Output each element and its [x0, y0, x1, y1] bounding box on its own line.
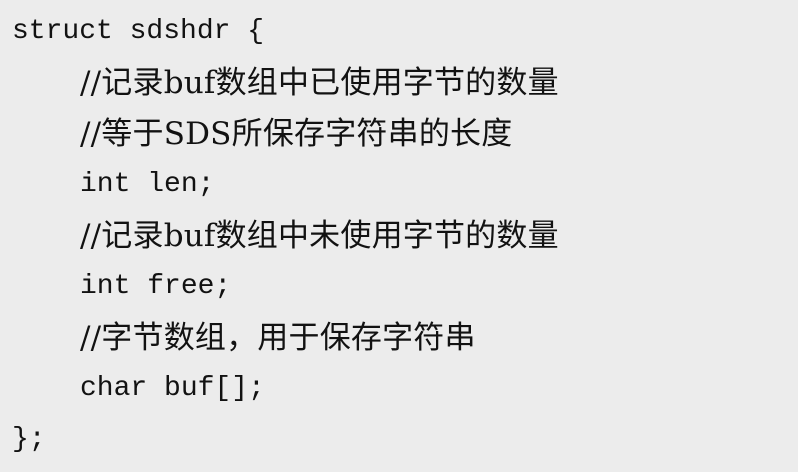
- comment-unused-bytes-line: //记录buf数组中未使用字节的数量: [80, 218, 559, 254]
- code-block: struct sdshdr { //记录buf数组中已使用字节的数量 //等于S…: [0, 0, 798, 462]
- len-field-line: int len;: [80, 169, 215, 200]
- struct-declaration-line: struct sdshdr {: [12, 16, 265, 47]
- comment-used-bytes-line: //记录buf数组中已使用字节的数量: [80, 65, 559, 101]
- comment-sds-length-line: //等于SDS所保存字符串的长度: [80, 116, 513, 152]
- comment-byte-array-line: //字节数组，用于保存字符串: [80, 320, 476, 356]
- free-field-line: int free;: [80, 271, 232, 302]
- struct-closing-line: };: [12, 424, 46, 455]
- buf-field-line: char buf[];: [80, 373, 265, 404]
